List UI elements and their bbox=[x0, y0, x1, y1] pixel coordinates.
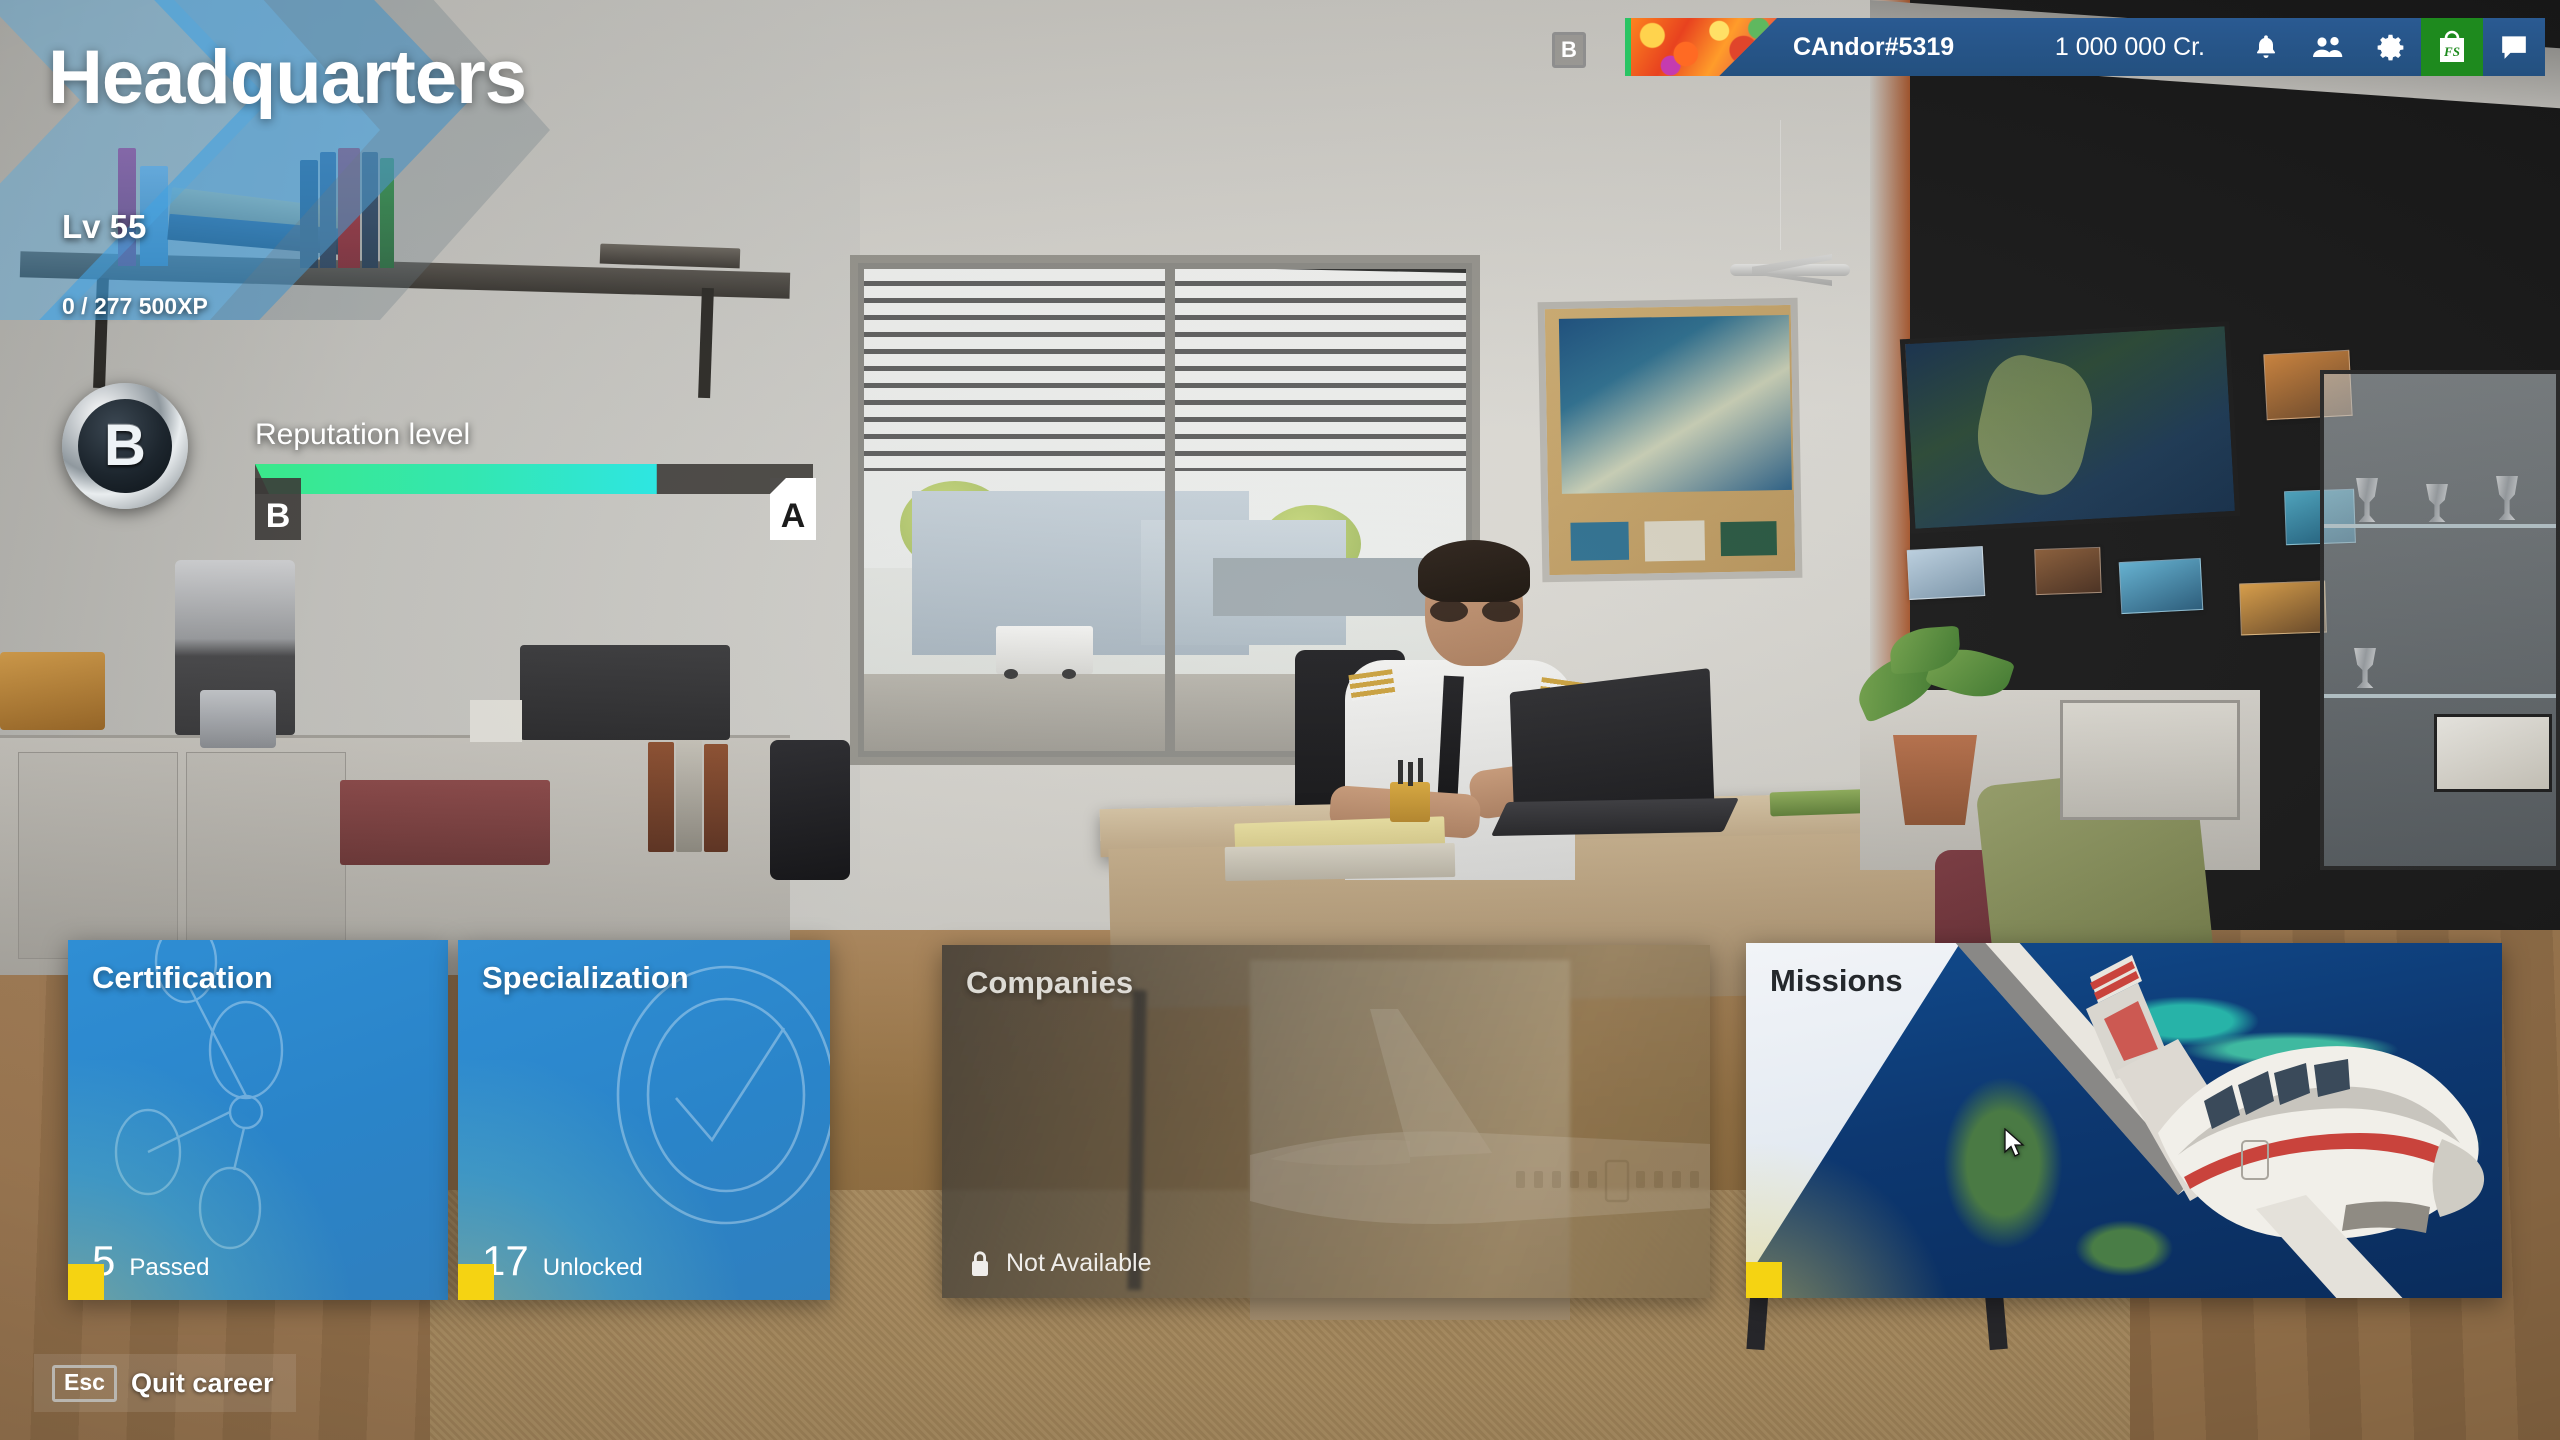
wall-photo bbox=[2239, 580, 2327, 636]
mouse-cursor bbox=[2004, 1128, 2025, 1157]
corkboard bbox=[1537, 297, 1803, 583]
model-airplane bbox=[1700, 120, 1870, 290]
trophy-icon bbox=[2356, 478, 2378, 522]
chat-bubble-icon bbox=[2502, 36, 2526, 59]
card-corner-pip bbox=[1746, 1262, 1782, 1298]
messages-icon[interactable] bbox=[2483, 18, 2545, 76]
laptop-base bbox=[1491, 797, 1739, 837]
friends-icon[interactable] bbox=[2297, 18, 2359, 76]
bell-icon bbox=[2256, 35, 2276, 58]
sunglasses-icon bbox=[1430, 600, 1520, 622]
card-companies[interactable]: Companies Not Available bbox=[942, 945, 1710, 1298]
reputation-tier-current: B bbox=[255, 478, 301, 540]
book bbox=[118, 148, 136, 266]
trophy-cabinet bbox=[2320, 370, 2560, 870]
airliner-art-icon bbox=[1250, 1009, 1710, 1225]
card-corner-pip bbox=[68, 1264, 104, 1300]
pinboard bbox=[2060, 700, 2240, 820]
framed-certificate bbox=[2434, 714, 2552, 792]
book bbox=[362, 152, 378, 268]
pinned-note bbox=[1570, 521, 1630, 561]
book bbox=[300, 160, 318, 268]
pinned-note bbox=[1720, 521, 1778, 557]
card-status: Passed bbox=[129, 1254, 210, 1281]
trophy-icon bbox=[2426, 484, 2448, 522]
reputation-progress-fill bbox=[255, 464, 657, 494]
window-mullion bbox=[1165, 269, 1175, 751]
headquarters-screen: Headquarters Lv 55 0 / 277 500XP B Reput… bbox=[0, 0, 2560, 1440]
page-title: Headquarters bbox=[48, 35, 527, 120]
truck-icon bbox=[996, 625, 1093, 680]
card-status: Unlocked bbox=[542, 1254, 643, 1281]
binder bbox=[704, 744, 728, 852]
two-people-icon bbox=[2313, 37, 2343, 57]
svg-text:FS: FS bbox=[2443, 44, 2460, 59]
backpack bbox=[770, 740, 850, 880]
pilot-hair bbox=[1418, 540, 1530, 602]
notifications-icon[interactable] bbox=[2235, 18, 2297, 76]
book bbox=[380, 158, 394, 268]
card-specialization[interactable]: Specialization 17 Unlocked bbox=[458, 940, 830, 1300]
wall-photo bbox=[2034, 546, 2102, 596]
satellite-photo bbox=[1558, 314, 1792, 494]
settings-icon[interactable] bbox=[2359, 18, 2421, 76]
rank-badge-letter: B bbox=[104, 413, 146, 478]
card-footer: 17 Unlocked bbox=[482, 1240, 643, 1282]
card-title: Companies bbox=[966, 965, 1134, 1000]
level-label: Lv 55 bbox=[62, 208, 147, 245]
card-corner-pip bbox=[458, 1264, 494, 1300]
kettle bbox=[200, 690, 276, 748]
card-status: Not Available bbox=[1006, 1249, 1152, 1277]
trophy-icon bbox=[2354, 648, 2376, 688]
paper-stack bbox=[470, 700, 522, 742]
lock-icon bbox=[972, 1251, 988, 1276]
card-title: Certification bbox=[92, 960, 273, 995]
book bbox=[338, 148, 360, 268]
reputation-tier-next: A bbox=[770, 478, 816, 540]
book bbox=[320, 152, 336, 268]
credits-amount: 1 000 000 Cr. bbox=[2054, 32, 2205, 61]
binder bbox=[648, 742, 674, 852]
wall-photo bbox=[2118, 557, 2204, 615]
wall-photo bbox=[1906, 546, 1986, 600]
quit-career-button[interactable]: Esc Quit career bbox=[34, 1354, 296, 1412]
avatar-image bbox=[1625, 18, 1777, 76]
desk-papers bbox=[1224, 842, 1456, 882]
printer bbox=[520, 645, 730, 740]
esc-key-hint: Esc bbox=[52, 1364, 117, 1402]
rank-badge: B bbox=[62, 383, 188, 509]
reputation-progress-track bbox=[255, 464, 813, 494]
xp-label: 0 / 277 500XP bbox=[62, 293, 208, 319]
card-footer: Not Available bbox=[968, 1249, 1151, 1278]
reputation-label: Reputation level bbox=[255, 418, 471, 451]
card-certification[interactable]: Certification 5 Passed bbox=[68, 940, 448, 1300]
boxes bbox=[0, 652, 105, 730]
card-title: Missions bbox=[1770, 963, 1903, 998]
pinned-note bbox=[1644, 520, 1706, 562]
trophy-icon bbox=[2496, 476, 2518, 520]
pen-cup bbox=[1390, 760, 1430, 822]
card-footer: 5 Passed bbox=[92, 1240, 209, 1282]
gear-icon bbox=[2377, 34, 2403, 60]
fs-store-bag-icon: FS bbox=[2440, 30, 2464, 62]
storage-crate bbox=[340, 780, 550, 865]
account-bar: CAndor#5319 1 000 000 Cr. FS bbox=[1625, 18, 2545, 76]
rank-badge-inner: B bbox=[78, 399, 172, 493]
card-missions[interactable]: Missions bbox=[1746, 943, 2502, 1298]
card-title: Specialization bbox=[482, 960, 689, 995]
quit-career-label: Quit career bbox=[130, 1367, 274, 1398]
wall-map-display bbox=[1899, 320, 2241, 535]
key-hint-b[interactable]: B bbox=[1552, 32, 1586, 68]
marketplace-icon[interactable]: FS bbox=[2421, 18, 2483, 76]
binder bbox=[676, 740, 702, 852]
account-name[interactable]: CAndor#5319 bbox=[1793, 33, 1954, 62]
avatar[interactable] bbox=[1625, 18, 1777, 76]
avatar-status-edge bbox=[1625, 18, 1631, 76]
